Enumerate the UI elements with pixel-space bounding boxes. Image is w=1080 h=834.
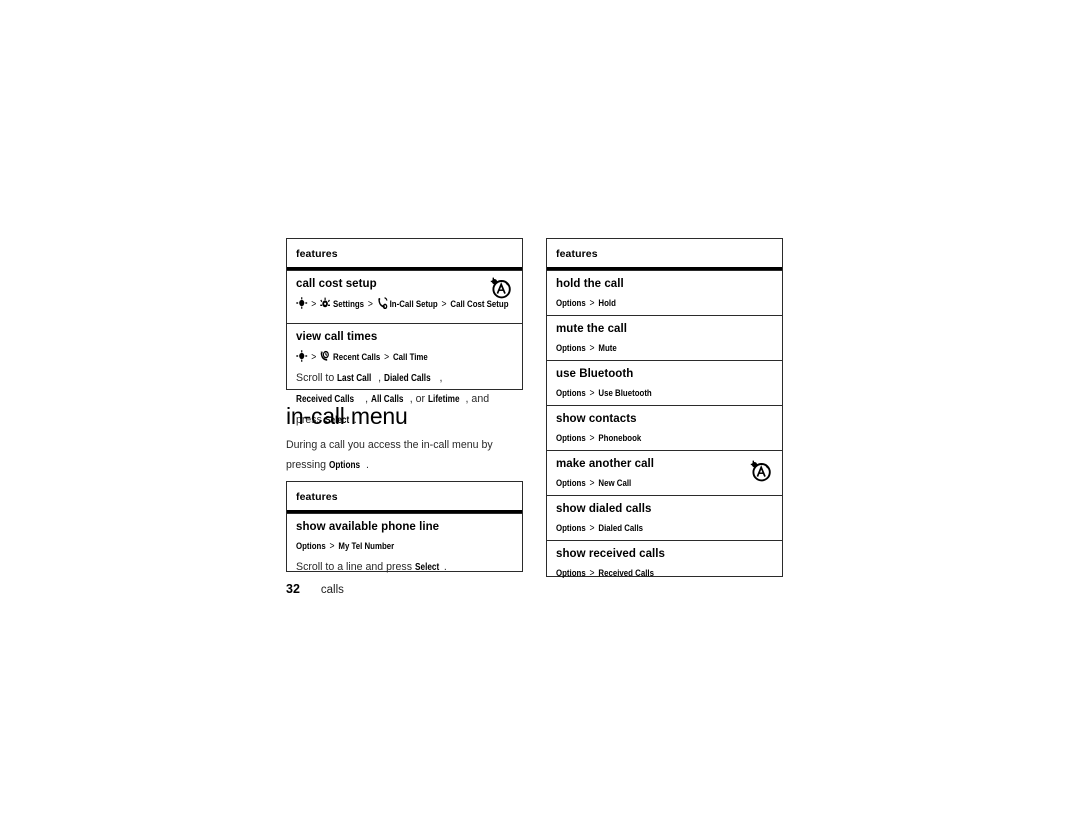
features-table-in-call-right: features hold the call Options > Hold mu… <box>546 238 783 579</box>
path-segment: Call Time <box>392 352 428 363</box>
recent-calls-icon <box>320 350 331 362</box>
table-header-row: features <box>287 482 522 513</box>
path-segment: Options <box>556 298 586 309</box>
row-title: show received calls <box>556 548 665 560</box>
footer-section-label: calls <box>320 584 344 596</box>
row-menu-path: Options > Received Calls <box>556 567 773 580</box>
note-keyword: Last Call <box>337 373 372 384</box>
path-separator-icon: > <box>589 477 595 489</box>
table-header-label: features <box>296 248 338 260</box>
row-title: use Bluetooth <box>556 368 634 380</box>
table-row: call cost setup > Settings > In-Call Set… <box>287 270 522 323</box>
features-table-in-call-left: features show available phone line Optio… <box>286 481 523 573</box>
table-row: mute the call Options > Mute <box>547 315 782 360</box>
path-segment: Use Bluetooth <box>598 388 652 399</box>
network-dependent-icon <box>748 458 774 484</box>
intro-text-end: . <box>366 459 369 471</box>
path-separator-icon: > <box>384 351 390 363</box>
path-separator-icon: > <box>589 567 595 579</box>
path-separator-icon: > <box>589 387 595 399</box>
path-segment: Options <box>556 343 586 354</box>
path-separator-icon: > <box>589 297 595 309</box>
row-title: hold the call <box>556 278 624 290</box>
path-separator-icon: > <box>441 298 447 310</box>
row-title: mute the call <box>556 323 627 335</box>
table-row: show received calls Options > Received C… <box>547 540 782 585</box>
row-menu-path: > Settings > In-Call Setup > Call Cost S… <box>296 297 513 311</box>
path-segment: Recent Calls <box>333 352 381 363</box>
table-row: show contacts Options > Phonebook <box>547 405 782 450</box>
row-title: make another call <box>556 458 655 470</box>
table-row: show dialed calls Options > Dialed Calls <box>547 495 782 540</box>
manual-page: features call cost setup > Settings > In… <box>0 0 1080 834</box>
page-number: 32 <box>286 582 300 596</box>
in-call-setup-icon <box>377 297 388 309</box>
row-menu-path: Options > Hold <box>556 297 773 310</box>
note-text: Scroll to <box>296 372 338 384</box>
path-segment: Options <box>556 478 586 489</box>
path-separator-icon: > <box>589 522 595 534</box>
path-segment: Options <box>296 541 326 552</box>
page-title: in-call menu <box>286 403 408 429</box>
table-header-row: features <box>287 239 522 270</box>
settings-icon <box>320 297 331 309</box>
path-segment: Options <box>556 433 586 444</box>
path-separator-icon: > <box>589 432 595 444</box>
row-menu-path: > Recent Calls > Call Time <box>296 350 513 364</box>
navigation-key-icon <box>296 350 308 362</box>
path-separator-icon: > <box>367 298 373 310</box>
path-separator-icon: > <box>311 298 317 310</box>
path-separator-icon: > <box>311 351 317 363</box>
path-separator-icon: > <box>589 342 595 354</box>
intro-text: During a call you access the in-call men… <box>286 439 493 471</box>
table-row: make another call Options > New Call <box>547 450 782 495</box>
path-segment: Mute <box>598 343 617 354</box>
page-footer: 32 calls <box>286 581 344 598</box>
note-keyword: Lifetime <box>427 394 460 405</box>
table-header-label: features <box>556 248 598 260</box>
row-note: Scroll to a line and press Select. <box>296 557 513 578</box>
table-row: use Bluetooth Options > Use Bluetooth <box>547 360 782 405</box>
path-segment: Hold <box>598 298 616 309</box>
row-title: show available phone line <box>296 521 440 533</box>
row-menu-path: Options > Mute <box>556 342 773 355</box>
row-menu-path: Options > Dialed Calls <box>556 522 773 535</box>
table-header-row: features <box>547 239 782 270</box>
note-keyword: Dialed Calls <box>383 373 431 384</box>
section-intro-paragraph: During a call you access the in-call men… <box>286 435 526 476</box>
path-separator-icon: > <box>329 540 335 552</box>
row-title: call cost setup <box>296 278 377 290</box>
note-text: . <box>443 561 447 573</box>
path-segment: Options <box>556 388 586 399</box>
path-segment: My Tel Number <box>338 541 395 552</box>
note-keyword: Select <box>414 562 440 573</box>
table-row: show available phone line Options > My T… <box>287 513 522 580</box>
path-segment: Phonebook <box>598 433 642 444</box>
path-segment: New Call <box>598 478 632 489</box>
path-segment: In-Call Setup <box>389 299 438 310</box>
row-menu-path: Options > Use Bluetooth <box>556 387 773 400</box>
note-text: Scroll to a line and press <box>296 561 415 573</box>
table-header-label: features <box>296 491 338 503</box>
path-segment: Received Calls <box>598 568 654 579</box>
row-title: show dialed calls <box>556 503 652 515</box>
features-table-call-settings: features call cost setup > Settings > In… <box>286 238 523 426</box>
row-title: view call times <box>296 331 378 343</box>
row-menu-path: Options > My Tel Number <box>296 540 513 553</box>
intro-keyword: Options <box>329 460 361 471</box>
path-segment: Dialed Calls <box>598 523 644 534</box>
table-row: hold the call Options > Hold <box>547 270 782 315</box>
row-title: show contacts <box>556 413 637 425</box>
network-dependent-icon <box>488 275 514 301</box>
row-menu-path: Options > New Call <box>556 477 773 490</box>
navigation-key-icon <box>296 297 308 309</box>
row-menu-path: Options > Phonebook <box>556 432 773 445</box>
path-segment: Options <box>556 568 586 579</box>
path-segment: Settings <box>333 299 365 310</box>
path-segment: Options <box>556 523 586 534</box>
